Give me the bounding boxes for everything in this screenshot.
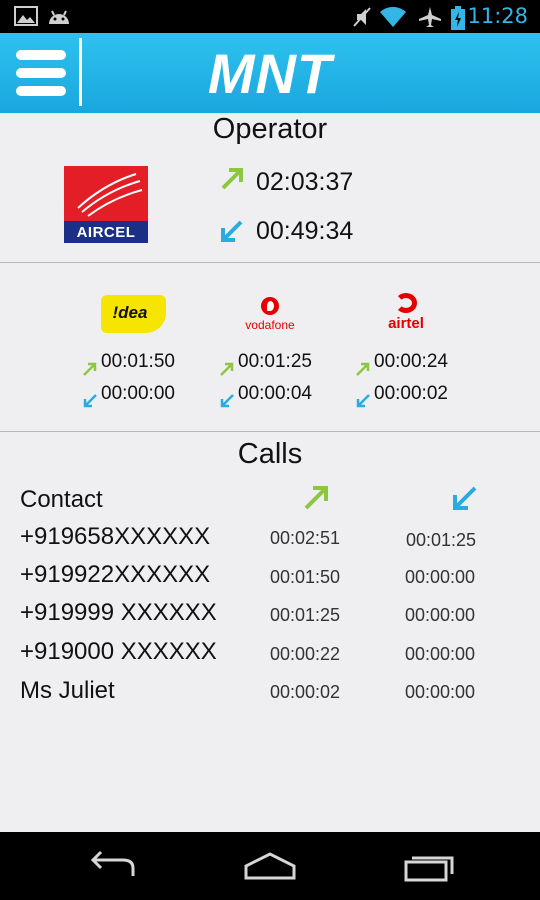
app-title: MNT <box>207 42 333 105</box>
back-icon <box>90 850 135 876</box>
call-outgoing-time: 00:00:02 <box>270 682 341 702</box>
airplane-icon <box>418 6 442 32</box>
contact-name[interactable]: +919999 XXXXXX <box>20 599 217 627</box>
call-incoming-time: 00:00:00 <box>405 644 476 664</box>
airtel-logo: airtel <box>383 293 429 337</box>
call-incoming-time: 00:01:25 <box>406 530 477 550</box>
call-outgoing-time: 00:01:25 <box>270 605 341 625</box>
vodafone-incoming-time: 00:00:04 <box>238 383 312 404</box>
contact-name[interactable]: +919922XXXXXX <box>20 561 210 589</box>
incoming-arrow-icon <box>219 393 235 413</box>
contact-name[interactable]: Ms Juliet <box>20 677 115 705</box>
call-outgoing-time: 00:01:50 <box>270 567 341 587</box>
contact-column-header: Contact <box>20 486 103 513</box>
contact-name[interactable]: +919658XXXXXX <box>20 523 210 551</box>
idea-logo: !dea <box>101 295 166 333</box>
status-bar: 11:28 <box>0 0 540 33</box>
gallery-icon <box>14 6 38 30</box>
battery-icon <box>451 6 465 34</box>
android-icon <box>46 6 72 30</box>
back-button[interactable] <box>63 832 163 900</box>
navigation-bar <box>0 832 540 900</box>
wifi-icon <box>379 6 407 32</box>
operator-outgoing-time: 02:03:37 <box>256 168 354 196</box>
incoming-arrow-icon <box>355 393 371 413</box>
airtel-incoming-time: 00:00:02 <box>374 383 448 404</box>
outgoing-arrow-icon <box>82 361 98 381</box>
home-button[interactable] <box>220 832 320 900</box>
recent-apps-button[interactable] <box>378 832 478 900</box>
contact-name[interactable]: +919000 XXXXXX <box>20 638 217 666</box>
app-bar: MNT <box>0 33 540 113</box>
call-incoming-time: 00:00:00 <box>405 567 476 587</box>
call-incoming-time: 00:00:00 <box>405 682 476 702</box>
outgoing-arrow-icon <box>219 166 245 196</box>
idea-outgoing-time: 00:01:50 <box>101 351 175 372</box>
recent-apps-icon <box>404 856 454 882</box>
vodafone-logo: vodafone <box>243 297 297 335</box>
outgoing-column-icon <box>302 484 330 516</box>
operator-heading: Operator <box>212 113 328 145</box>
idea-incoming-time: 00:00:00 <box>101 383 175 404</box>
outgoing-arrow-icon <box>219 361 235 381</box>
call-outgoing-time: 00:00:22 <box>270 644 341 664</box>
home-icon <box>244 852 296 880</box>
call-outgoing-time: 00:02:51 <box>270 528 341 548</box>
airtel-outgoing-time: 00:00:24 <box>374 351 448 372</box>
incoming-column-icon <box>451 484 479 516</box>
outgoing-arrow-icon <box>355 361 371 381</box>
operator-incoming-time: 00:49:34 <box>256 217 354 245</box>
divider <box>0 262 540 263</box>
call-incoming-time: 00:00:00 <box>405 605 476 625</box>
calls-heading: Calls <box>237 438 303 470</box>
aircel-logo: AIRCEL <box>64 166 148 243</box>
status-time: 11:28 <box>467 4 528 28</box>
divider <box>0 431 540 432</box>
mute-icon <box>352 6 372 32</box>
incoming-arrow-icon <box>82 393 98 413</box>
incoming-arrow-icon <box>219 218 245 248</box>
vodafone-outgoing-time: 00:01:25 <box>238 351 312 372</box>
aircel-logo-text: AIRCEL <box>76 224 136 241</box>
